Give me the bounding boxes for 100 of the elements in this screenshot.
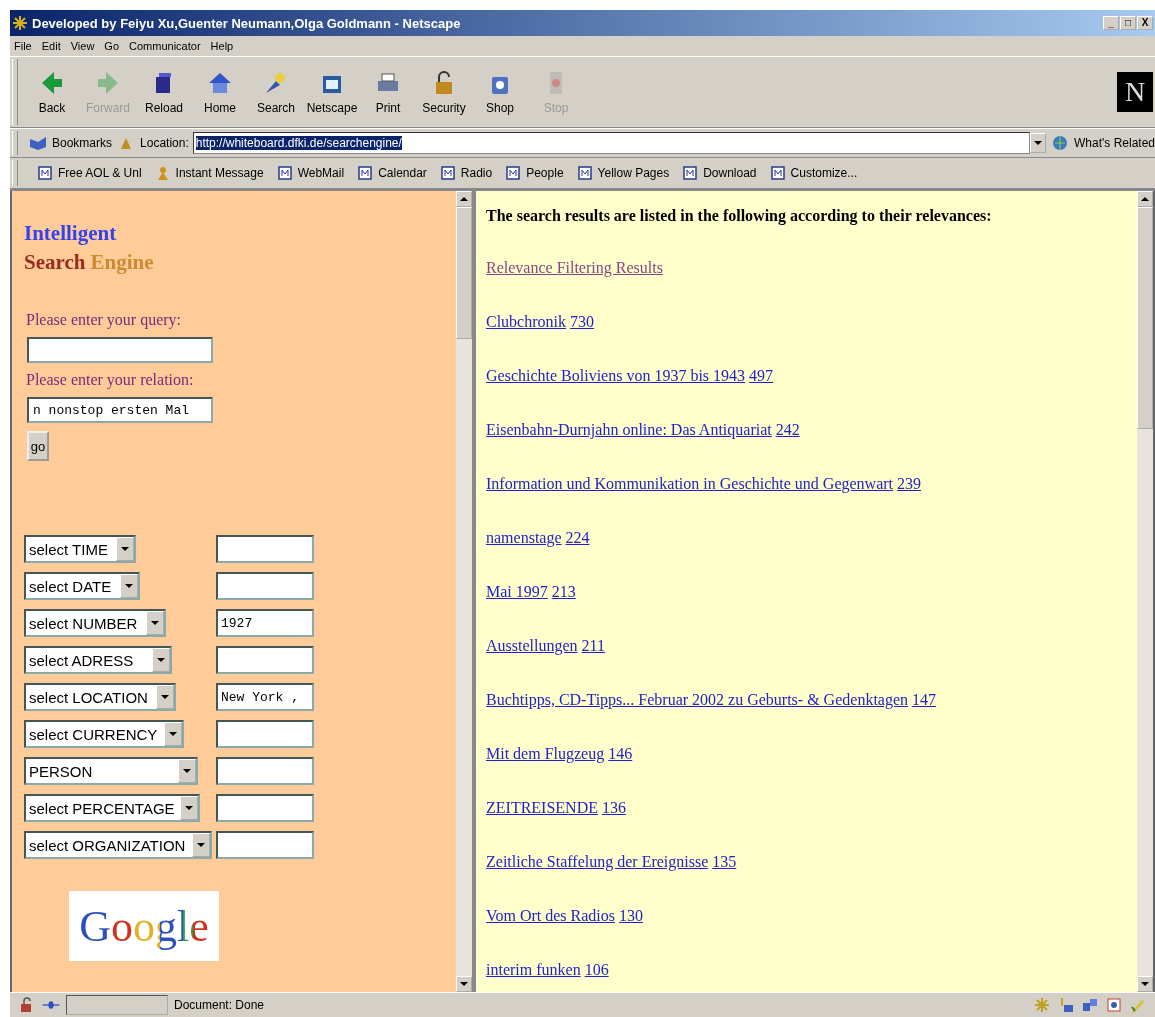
score-link[interactable]: 224 <box>565 529 590 549</box>
location-label: Location: <box>140 136 189 150</box>
bookmark-link[interactable]: WebMail <box>277 166 345 180</box>
relation-field[interactable]: n nonstop ersten Mal <box>27 397 213 423</box>
entity-select[interactable]: select PERCENTAGE <box>24 794 200 822</box>
bookmark-link[interactable]: Yellow Pages <box>577 166 670 180</box>
toolbar-button[interactable]: Print <box>360 69 416 115</box>
toolbar-button[interactable]: Home <box>192 69 248 115</box>
entity-value-field[interactable] <box>216 572 314 600</box>
bookmark-link[interactable]: Customize... <box>770 166 858 180</box>
whats-related-button[interactable]: What's Related <box>1074 136 1155 150</box>
caret-icon <box>151 620 159 626</box>
result-link[interactable]: Clubchronik <box>486 313 566 333</box>
scrollbar-thumb[interactable] <box>456 207 472 339</box>
score-link[interactable]: 239 <box>897 475 921 495</box>
score-link[interactable]: 130 <box>619 907 644 927</box>
chat-icon[interactable] <box>1081 997 1099 1013</box>
result-link[interactable]: interim funken <box>486 961 581 981</box>
toolbar-button[interactable]: Back <box>24 69 80 115</box>
score-link[interactable]: 136 <box>602 799 626 819</box>
result-link[interactable]: Geschichte Boliviens von 1937 bis 1943 <box>486 367 746 387</box>
menu-item[interactable]: View <box>70 40 95 52</box>
score-link[interactable]: 497 <box>749 367 774 387</box>
window-title: Developed by Feiyu Xu,Guenter Neumann,Olga Goldmann - Netscape <box>32 15 462 31</box>
bookmark-link[interactable]: Download <box>683 166 757 180</box>
site-subtitle: Engine <box>90 250 154 275</box>
entity-value-field[interactable] <box>216 720 314 748</box>
entity-value-field[interactable] <box>216 831 314 859</box>
result-link[interactable]: Information und Kommunikation in Geschichte und Gegenwart <box>486 475 893 495</box>
scroll-down-button[interactable] <box>456 976 472 992</box>
bookmark-link[interactable]: Radio <box>440 166 493 180</box>
entity-value-field[interactable] <box>216 757 314 785</box>
bookmarks-button[interactable]: Bookmarks <box>52 136 113 150</box>
result-link[interactable]: ZEITREISENDE <box>486 799 598 819</box>
scroll-down-button[interactable] <box>1137 976 1153 992</box>
bookmark-page-icon <box>683 166 698 180</box>
window-control-button[interactable]: _ <box>1103 16 1119 30</box>
score-link[interactable]: 730 <box>570 313 594 333</box>
entity-value-field[interactable] <box>216 646 314 674</box>
filter-link[interactable]: Relevance Filtering Results <box>486 259 663 279</box>
bookmark-link[interactable]: Free AOL & Unl <box>38 166 142 180</box>
result-link[interactable]: Mit dem Flugzeug <box>486 745 605 765</box>
result-link[interactable]: Zeitliche Staffelung der Ereignisse <box>486 853 709 873</box>
menu-item[interactable]: Go <box>104 40 120 52</box>
entity-select[interactable]: select NUMBER <box>24 609 166 637</box>
result-link[interactable]: namenstage <box>486 529 562 549</box>
entity-select[interactable]: select DATE <box>24 572 140 600</box>
site-title: Intelligent <box>24 221 118 246</box>
score-link[interactable]: 146 <box>608 745 633 765</box>
score-link[interactable]: 211 <box>581 637 605 657</box>
score-link[interactable]: 213 <box>551 583 576 603</box>
score-link[interactable]: 242 <box>775 421 800 441</box>
result-link[interactable]: Mai 1997 <box>486 583 548 603</box>
score-link[interactable]: 106 <box>584 961 609 981</box>
score-link[interactable]: 135 <box>712 853 737 873</box>
toolbar-button[interactable]: Reload <box>136 69 192 115</box>
address-book-icon[interactable] <box>1105 997 1123 1013</box>
toolbar-button[interactable]: Netscape <box>304 69 360 115</box>
entity-select[interactable]: select TIME <box>24 535 136 563</box>
entity-value-field[interactable] <box>216 535 314 563</box>
bookmark-page-icon <box>38 166 52 180</box>
toolbar-button[interactable]: Search <box>248 69 304 115</box>
entity-value-field[interactable]: New York , <box>216 683 314 711</box>
dropdown-button[interactable] <box>1030 133 1046 153</box>
entity-select[interactable]: select CURRENCY <box>24 720 184 748</box>
caret-icon <box>183 768 191 774</box>
scroll-up-button[interactable] <box>1137 191 1153 207</box>
menu-item[interactable]: Edit <box>41 40 61 52</box>
bookmark-link[interactable]: Calendar <box>358 166 427 180</box>
menu-item[interactable]: File <box>14 40 32 52</box>
result-link[interactable]: Eisenbahn-Durnjahn online: Das Antiquariat <box>486 421 772 441</box>
entity-select[interactable]: PERSON <box>24 757 198 785</box>
results-heading: The search results are listed in the following according to their relevances: <box>486 207 993 225</box>
entity-select[interactable]: select LOCATION <box>24 683 176 711</box>
bookmark-link[interactable]: People <box>506 166 564 180</box>
score-link[interactable]: 147 <box>912 691 937 711</box>
menu-item[interactable]: Help <box>210 40 234 52</box>
caret-icon <box>161 694 169 700</box>
result-link[interactable]: Buchtipps, CD-Tipps... Februar 2002 zu Geburts- & Gedenktagen <box>486 691 909 711</box>
status-text: Document: Done <box>174 998 265 1012</box>
entity-select[interactable]: select ORGANIZATION <box>24 831 212 859</box>
down-arrow-icon <box>460 981 468 987</box>
app-icon <box>12 15 28 31</box>
result-link[interactable]: Ausstellungen <box>486 637 578 657</box>
toolbar-button[interactable]: Security <box>416 69 472 115</box>
scrollbar-thumb[interactable] <box>1137 207 1153 429</box>
bookmark-page-icon <box>506 166 521 180</box>
go-button[interactable]: go <box>27 431 49 461</box>
entity-value-field[interactable]: 1927 <box>216 609 314 637</box>
entity-value-field[interactable] <box>216 794 314 822</box>
window-control-button[interactable]: □ <box>1120 16 1136 30</box>
toolbar-button[interactable]: Shop <box>472 69 528 115</box>
result-link[interactable]: Vom Ort des Radios <box>486 907 616 927</box>
query-field[interactable] <box>27 337 213 363</box>
entity-select[interactable]: select ADRESS <box>24 646 172 674</box>
scroll-up-button[interactable] <box>456 191 472 207</box>
bookmark-link[interactable]: Instant Message <box>155 166 264 180</box>
url-field[interactable]: http://whiteboard.dfki.de/searchengine/ <box>192 132 1030 154</box>
menu-item[interactable]: Communicator <box>129 40 201 52</box>
window-control-button[interactable]: X <box>1137 16 1153 30</box>
